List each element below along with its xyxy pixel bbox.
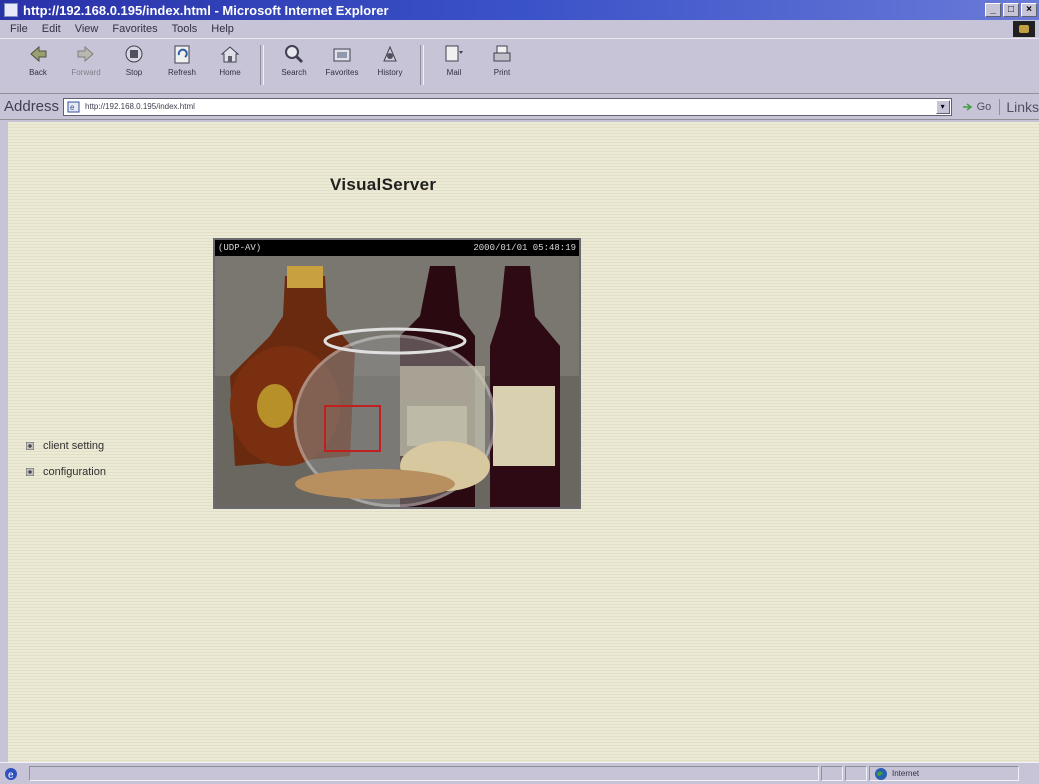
refresh-icon xyxy=(171,43,193,65)
status-progress-cell xyxy=(821,766,843,781)
mail-button[interactable]: Mail xyxy=(430,39,478,91)
toolbar-separator xyxy=(420,45,424,85)
video-frame xyxy=(215,256,579,507)
plus-bullet-icon xyxy=(26,442,34,450)
client-setting-link[interactable]: client setting xyxy=(26,440,106,452)
stop-label: Stop xyxy=(125,68,143,77)
zone-label: Internet xyxy=(892,769,920,778)
history-icon xyxy=(379,43,401,65)
home-label: Home xyxy=(219,68,241,77)
side-menu: client setting configuration xyxy=(26,440,106,492)
ie-page-icon xyxy=(4,3,18,17)
forward-button[interactable]: Forward xyxy=(62,39,110,91)
mail-icon xyxy=(443,43,465,65)
history-label: History xyxy=(377,68,403,77)
refresh-button[interactable]: Refresh xyxy=(158,39,206,91)
links-button[interactable]: Links xyxy=(999,98,1039,115)
video-overlay-bar: (UDP-AV) 2000/01/01 05:48:19 xyxy=(215,240,579,256)
address-label: Address xyxy=(4,98,60,115)
globe-icon xyxy=(875,767,887,780)
favorites-label: Favorites xyxy=(325,68,359,77)
menu-bar: File Edit View Favorites Tools Help xyxy=(0,20,1039,38)
home-icon xyxy=(219,43,241,65)
go-button[interactable]: Go xyxy=(962,100,992,113)
back-label: Back xyxy=(29,68,47,77)
maximize-button[interactable]: □ xyxy=(1003,3,1019,17)
menu-edit[interactable]: Edit xyxy=(35,23,68,35)
menu-file[interactable]: File xyxy=(0,23,35,35)
security-zone: Internet xyxy=(869,766,1019,781)
configuration-link[interactable]: configuration xyxy=(26,466,106,478)
minimize-button[interactable]: _ xyxy=(985,3,1001,17)
forward-arrow-icon xyxy=(75,43,97,65)
video-mode: (UDP-AV) xyxy=(218,243,262,253)
back-arrow-icon xyxy=(27,43,49,65)
print-icon xyxy=(491,43,513,65)
title-bar: http://192.168.0.195/index.html - Micros… xyxy=(0,0,1039,20)
page-title: VisualServer xyxy=(330,175,437,194)
favorites-icon xyxy=(331,43,353,65)
home-button[interactable]: Home xyxy=(206,39,254,91)
address-dropdown-button[interactable]: ▾ xyxy=(935,99,950,114)
svg-text:e: e xyxy=(70,103,75,112)
menu-help[interactable]: Help xyxy=(204,23,241,35)
menu-view[interactable]: View xyxy=(68,23,106,35)
history-button[interactable]: History xyxy=(366,39,414,91)
stop-icon xyxy=(123,43,145,65)
page-icon: e xyxy=(67,101,80,112)
search-button[interactable]: Search xyxy=(270,39,318,91)
plus-bullet-icon xyxy=(26,468,34,476)
mail-label: Mail xyxy=(446,68,462,77)
status-lock-cell xyxy=(845,766,867,781)
forward-label: Forward xyxy=(71,68,101,77)
address-bar: Address e http://192.168.0.195/index.htm… xyxy=(0,94,1039,120)
address-url: http://192.168.0.195/index.html xyxy=(85,102,195,111)
go-arrow-icon xyxy=(962,102,972,111)
svg-text:e: e xyxy=(8,770,14,781)
menu-tools[interactable]: Tools xyxy=(165,23,205,35)
ie-status-icon: e xyxy=(5,767,17,781)
status-bar: e Internet xyxy=(0,762,1039,784)
video-stream: (UDP-AV) 2000/01/01 05:48:19 xyxy=(213,238,581,509)
favorites-button[interactable]: Favorites xyxy=(318,39,366,91)
video-timestamp: 2000/01/01 05:48:19 xyxy=(473,243,576,253)
page-content: VisualServer (UDP-AV) 2000/01/01 05:48:1… xyxy=(8,122,1039,762)
go-label: Go xyxy=(976,100,992,113)
search-label: Search xyxy=(281,68,307,77)
menu-favorites[interactable]: Favorites xyxy=(105,23,164,35)
refresh-label: Refresh xyxy=(167,68,196,77)
window-title: http://192.168.0.195/index.html - Micros… xyxy=(23,2,389,18)
status-text-area xyxy=(29,766,819,781)
search-icon xyxy=(283,43,305,65)
ie-throbber-icon xyxy=(1013,21,1035,37)
client-setting-label: client setting xyxy=(43,440,105,452)
close-button[interactable]: × xyxy=(1021,3,1037,17)
toolbar-separator xyxy=(260,45,264,85)
standard-toolbar: Back Forward Stop Refresh Home Search Fa… xyxy=(0,38,1039,94)
stop-button[interactable]: Stop xyxy=(110,39,158,91)
print-label: Print xyxy=(493,68,511,77)
address-input[interactable]: e http://192.168.0.195/index.html ▾ xyxy=(63,97,952,116)
configuration-label: configuration xyxy=(43,466,106,478)
back-button[interactable]: Back xyxy=(14,39,62,91)
print-button[interactable]: Print xyxy=(478,39,526,91)
